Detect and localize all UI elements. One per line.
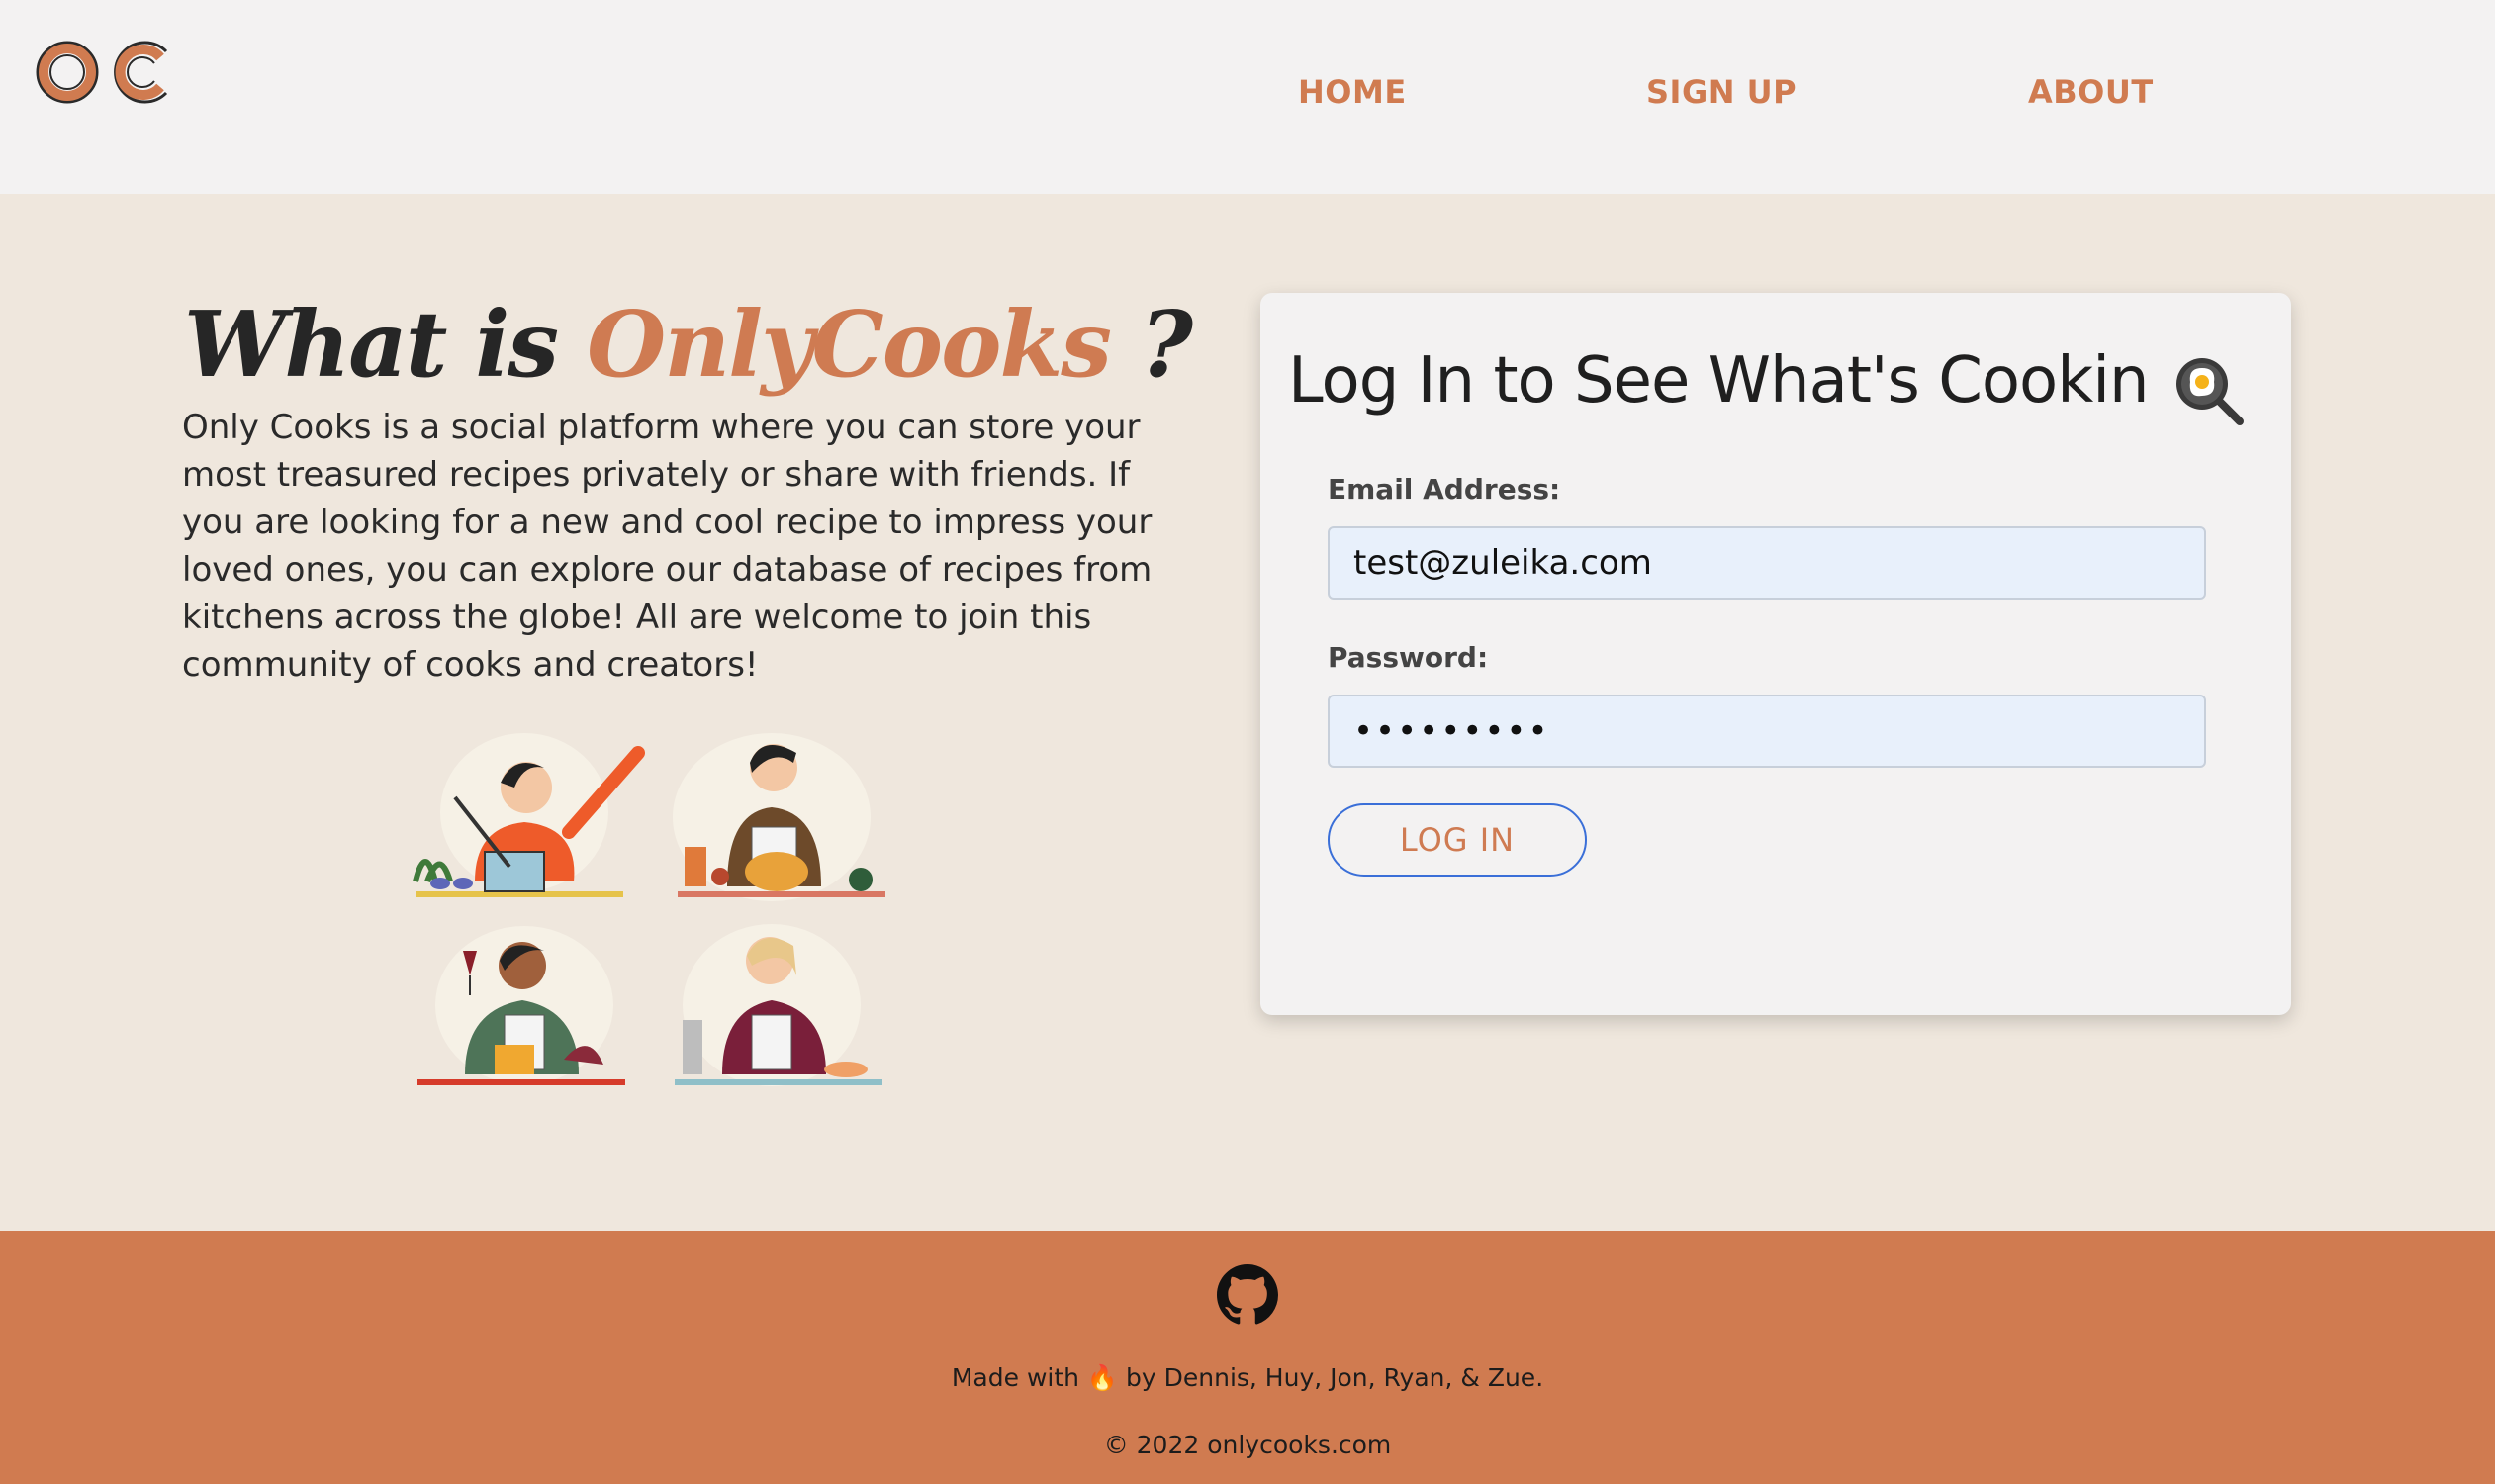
password-label: Password: [1328,641,1489,674]
email-label: Email Address: [1328,473,1561,506]
password-field[interactable] [1328,695,2206,768]
hero-title: What is OnlyCooks ? [184,291,1193,398]
hero-title-suffix: ? [1140,291,1193,398]
cooks-illustration [413,733,885,1086]
cook-tasting-icon [675,924,882,1086]
email-field[interactable] [1328,526,2206,600]
hero-description: Only Cooks is a social platform where yo… [182,408,1153,685]
login-title: Log In to See What's Cookin [1288,344,2150,417]
hero-title-prefix: What is [184,291,559,398]
onlycooks-logo[interactable] [30,30,178,114]
cook-wine-glass-icon [417,926,625,1085]
github-icon[interactable] [1217,1264,1278,1326]
nav-about[interactable]: ABOUT [2028,73,2154,111]
top-navbar: HOME SIGN UP ABOUT [0,0,2495,194]
cook-stirring-pot-icon [413,733,645,897]
hero-title-brand: OnlyCooks [587,291,1112,398]
nav-sign-up[interactable]: SIGN UP [1646,73,1797,111]
login-button[interactable]: LOG IN [1328,803,1587,877]
nav-home[interactable]: HOME [1298,73,1407,111]
frying-pan-egg-icon [2176,358,2244,425]
login-card: Log In to See What's Cookin Email Addres… [1260,293,2291,1015]
copyright: © 2022 onlycooks.com [1103,1431,1392,1459]
main-content: What is OnlyCooks ? Only Cooks is a soci… [0,194,2495,1231]
footer: Made with 🔥 by Dennis, Huy, Jon, Ryan, &… [0,1231,2495,1484]
made-with-credit: Made with 🔥 by Dennis, Huy, Jon, Ryan, &… [951,1363,1544,1392]
cook-roast-chicken-icon [673,733,885,901]
